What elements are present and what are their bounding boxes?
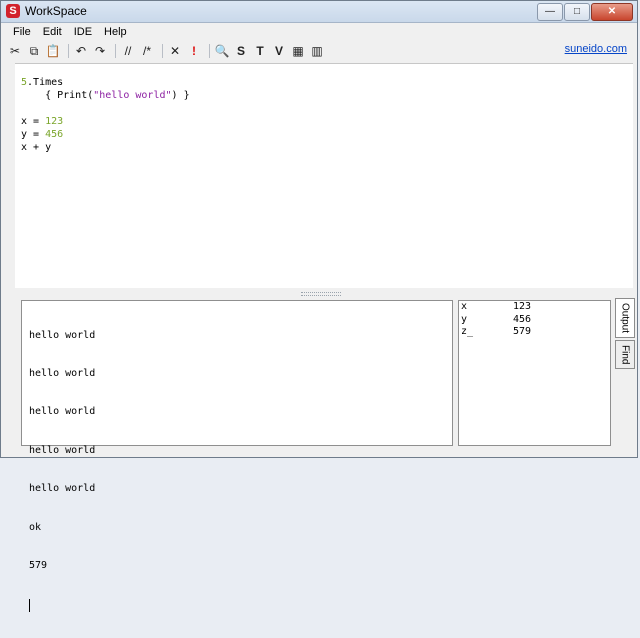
maximize-button[interactable]: □ <box>564 3 590 21</box>
code-text: 5.Times { Print("hello world") } x = 123… <box>21 76 190 154</box>
text-caret <box>29 599 30 613</box>
workspace-window: S WorkSpace — □ ✕ File Edit IDE Help ✂ ⧉… <box>0 0 638 613</box>
minimize-button[interactable]: — <box>537 3 563 21</box>
menu-bar: File Edit IDE Help <box>1 23 637 41</box>
code-editor[interactable]: 5.Times { Print("hello world") } x = 123… <box>15 63 633 288</box>
code-line: x + y <box>21 142 52 153</box>
menu-ide[interactable]: IDE <box>68 26 98 38</box>
toolbar-separator <box>162 44 163 58</box>
redo-icon[interactable]: ↷ <box>92 43 108 59</box>
tab-find[interactable]: Find <box>615 340 635 370</box>
variable-row: z_ 579 <box>459 326 610 339</box>
window-title: WorkSpace <box>25 4 87 18</box>
window-controls: — □ ✕ <box>537 3 633 21</box>
code-number: 456 <box>45 129 64 140</box>
variable-name: z_ <box>461 326 474 337</box>
splitter-handle[interactable] <box>301 292 341 296</box>
code-number: 123 <box>45 116 64 127</box>
variables-pane[interactable]: x 123 y 456 z_ 579 <box>458 300 611 446</box>
toolbar-separator <box>209 44 210 58</box>
v-button[interactable]: V <box>271 43 287 59</box>
suneido-link[interactable]: suneido.com <box>565 43 627 55</box>
clear-icon[interactable]: ✕ <box>167 43 183 59</box>
toolbar: ✂ ⧉ 📋 ↶ ↷ // /* ✕ ! 🔍 S T V ▦ ▥ suneido.… <box>1 41 637 61</box>
cut-icon[interactable]: ✂ <box>7 43 23 59</box>
output-line: hello world <box>29 444 96 456</box>
close-button[interactable]: ✕ <box>591 3 633 21</box>
comment-icon[interactable]: // <box>120 43 136 59</box>
variable-name: y <box>461 313 468 325</box>
undo-icon[interactable]: ↶ <box>73 43 89 59</box>
output-line: hello world <box>29 483 96 495</box>
output-line: hello world <box>29 367 96 379</box>
code-line: { Print("hello world") } <box>21 90 190 101</box>
variable-value: 123 <box>513 301 532 312</box>
variable-row: y 456 <box>459 314 610 327</box>
copy-icon[interactable]: ⧉ <box>26 43 42 59</box>
output-text: hello world hello world hello world hell… <box>29 304 95 638</box>
toolbar-separator <box>115 44 116 58</box>
s-button[interactable]: S <box>233 43 249 59</box>
output-line: hello world <box>29 329 96 341</box>
t-button[interactable]: T <box>252 43 268 59</box>
code-string: "hello world" <box>93 90 172 101</box>
variable-row: x 123 <box>459 301 610 314</box>
grid-icon[interactable]: ▥ <box>309 43 325 59</box>
menu-file[interactable]: File <box>7 26 37 38</box>
paste-icon[interactable]: 📋 <box>45 43 61 59</box>
uncomment-icon[interactable]: /* <box>139 43 155 59</box>
output-line: 579 <box>29 559 48 571</box>
output-line: ok <box>29 521 42 533</box>
menu-help[interactable]: Help <box>98 26 133 38</box>
find-icon[interactable]: 🔍 <box>214 43 230 59</box>
menu-edit[interactable]: Edit <box>37 26 68 38</box>
output-pane[interactable]: hello world hello world hello world hell… <box>21 300 453 613</box>
side-tabs: Output Find <box>615 298 635 371</box>
app-logo-icon: S <box>6 4 20 18</box>
title-bar[interactable]: S WorkSpace — □ ✕ <box>1 1 637 23</box>
table-icon[interactable]: ▦ <box>290 43 306 59</box>
code-line: x = 123 <box>21 116 64 127</box>
code-line: y = 456 <box>21 129 64 140</box>
variable-value: 579 <box>513 326 532 337</box>
variable-value: 456 <box>513 313 532 325</box>
tab-output[interactable]: Output <box>615 298 635 339</box>
code-line: 5.Times <box>21 77 64 88</box>
output-line: hello world <box>29 406 96 418</box>
variable-name: x <box>461 301 468 312</box>
toolbar-separator <box>68 44 69 58</box>
run-icon[interactable]: ! <box>186 43 202 59</box>
code-number: 5 <box>21 77 28 88</box>
